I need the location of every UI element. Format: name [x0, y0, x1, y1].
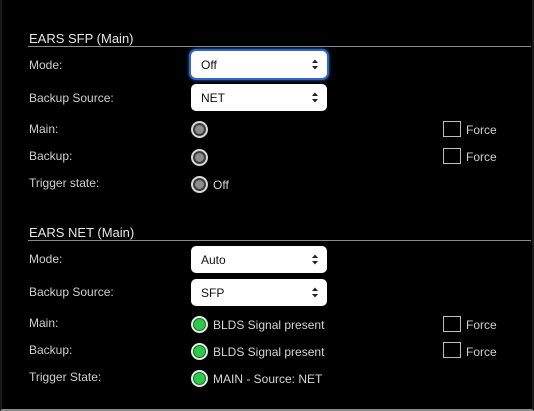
sfp-section-divider: [28, 46, 531, 47]
net-force-backup-checkbox[interactable]: [443, 342, 461, 358]
net-force-main-label: Force: [466, 318, 497, 332]
sfp-backup-indicator: [191, 149, 208, 166]
sfp-main-indicator: [191, 121, 208, 138]
sfp-backup-label: Backup:: [29, 149, 73, 163]
net-backup-indicator: [191, 343, 208, 360]
sfp-main-label: Main:: [29, 122, 59, 136]
sfp-force-main-checkbox[interactable]: [443, 121, 461, 137]
net-trigger-status: MAIN - Source: NET: [213, 372, 323, 386]
sfp-trigger-status: Off: [213, 178, 229, 192]
net-section-title: EARS NET (Main): [29, 225, 135, 240]
sfp-force-main-label: Force: [466, 123, 497, 137]
net-trigger-label: Trigger State:: [29, 370, 102, 384]
updown-chevron-icon: [312, 59, 318, 70]
sfp-backup-source-label: Backup Source:: [29, 91, 114, 105]
net-mode-label: Mode:: [29, 252, 63, 266]
net-backup-status: BLDS Signal present: [213, 345, 325, 359]
sfp-mode-select[interactable]: Off: [191, 51, 327, 78]
updown-chevron-icon: [312, 92, 318, 103]
net-backup-source-label: Backup Source:: [29, 285, 114, 299]
net-trigger-indicator: [191, 370, 208, 387]
net-backup-source-select[interactable]: SFP: [191, 279, 327, 306]
net-mode-select[interactable]: Auto: [191, 246, 327, 273]
net-section-divider: [28, 240, 531, 241]
sfp-force-backup-checkbox[interactable]: [443, 148, 461, 164]
sfp-section-title: EARS SFP (Main): [29, 31, 134, 46]
net-backup-label: Backup:: [29, 343, 73, 357]
net-backup-source-value: SFP: [201, 285, 225, 300]
updown-chevron-icon: [312, 254, 318, 265]
sfp-trigger-label: Trigger state:: [29, 176, 100, 190]
net-force-main-checkbox[interactable]: [443, 316, 461, 332]
net-force-backup-label: Force: [466, 345, 497, 359]
sfp-mode-value: Off: [201, 57, 217, 72]
sfp-backup-source-value: NET: [201, 90, 225, 105]
sfp-force-backup-label: Force: [466, 150, 497, 164]
sfp-trigger-indicator: [191, 176, 208, 193]
net-mode-value: Auto: [201, 252, 226, 267]
net-main-status: BLDS Signal present: [213, 318, 325, 332]
updown-chevron-icon: [312, 287, 318, 298]
sfp-mode-label: Mode:: [29, 58, 63, 72]
net-main-label: Main:: [29, 316, 59, 330]
net-main-indicator: [191, 316, 208, 333]
sfp-backup-source-select[interactable]: NET: [191, 84, 327, 111]
